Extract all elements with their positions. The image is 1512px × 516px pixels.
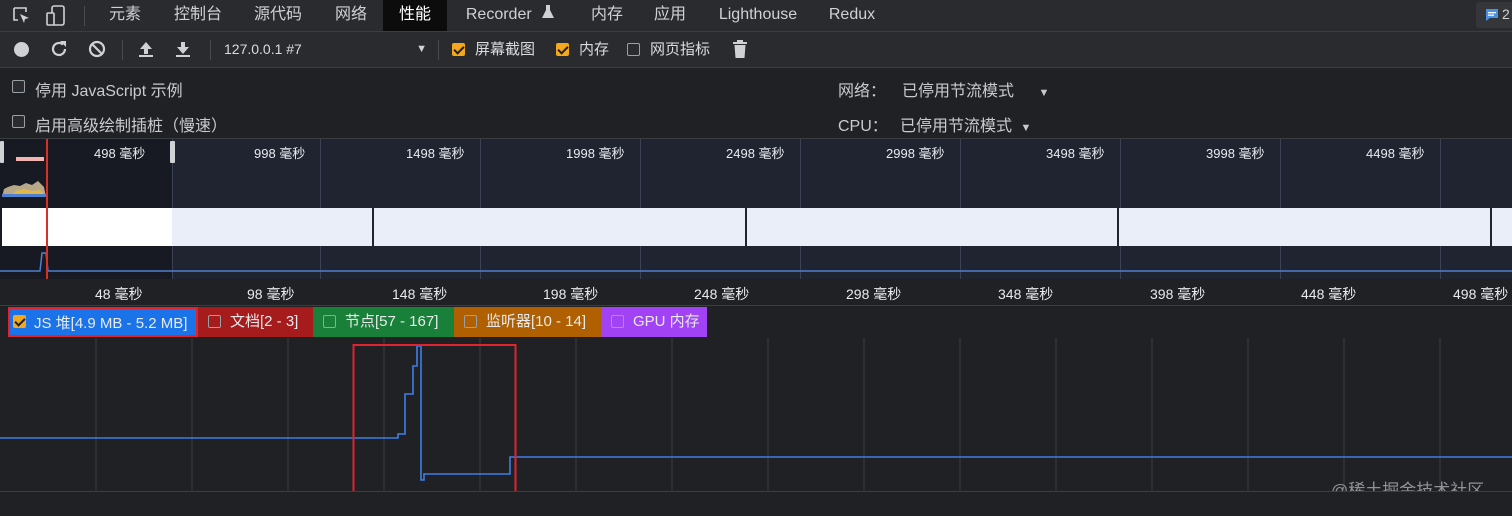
chevron-down-icon: ▼ (1020, 122, 1032, 134)
overview-tick: 4498 毫秒 (1366, 146, 1425, 161)
heap-overview-chart (0, 249, 1512, 279)
documents-checkbox[interactable] (208, 315, 221, 328)
network-activity-bar (16, 157, 44, 161)
record-icon[interactable] (13, 41, 30, 62)
ruler-tick: 248 毫秒 (694, 286, 750, 302)
download-icon[interactable] (174, 40, 192, 62)
tab-lighthouse[interactable]: Lighthouse (708, 0, 808, 31)
chevron-down-icon: ▼ (416, 43, 427, 55)
overview-window-right-handle[interactable] (170, 141, 175, 163)
counter-listeners[interactable]: 监听器[10 - 14] (454, 307, 601, 337)
network-throttle-value: 已停用节流模式 (902, 83, 1015, 100)
ruler-tick: 98 毫秒 (247, 286, 295, 302)
listeners-checkbox[interactable] (464, 315, 477, 328)
js-heap-graph (0, 338, 1512, 494)
listeners-label: 监听器[10 - 14] (486, 313, 587, 330)
counter-nodes[interactable]: 节点[57 - 167] (313, 307, 454, 337)
tab-redux[interactable]: Redux (820, 0, 884, 31)
screenshots-checkbox[interactable] (452, 43, 465, 56)
screenshot-frame (747, 208, 1117, 246)
screenshot-frame (1492, 208, 1512, 246)
upload-icon[interactable] (137, 40, 155, 62)
screenshot-frame (2, 208, 172, 246)
network-throttle-select[interactable]: 已停用节流模式 ▼ (902, 77, 1049, 101)
screenshot-frame (172, 208, 372, 246)
documents-label: 文档[2 - 3] (230, 313, 299, 330)
nodes-checkbox[interactable] (323, 315, 336, 328)
screenshots-label: 屏幕截图 (475, 41, 536, 58)
trash-icon[interactable] (732, 40, 748, 63)
tab-recorder-label: Recorder (465, 6, 532, 23)
overview-tick: 2998 毫秒 (886, 146, 945, 161)
js-heap-label: JS 堆[4.9 MB - 5.2 MB] (34, 315, 188, 332)
tab-memory[interactable]: 内存 (580, 0, 634, 31)
memory-counters-legend: JS 堆[4.9 MB - 5.2 MB] 文档[2 - 3] 节点[57 - … (0, 306, 1512, 338)
disable-js-samples-checkbox[interactable] (12, 80, 25, 93)
overview-tick: 1498 毫秒 (406, 146, 465, 161)
memory-label: 内存 (579, 41, 610, 58)
gpu-memory-checkbox[interactable] (611, 315, 624, 328)
disable-js-samples-label: 停用 JavaScript 示例 (35, 83, 183, 100)
web-vitals-checkbox[interactable] (627, 43, 640, 56)
overview-playhead-marker (46, 139, 48, 279)
ruler-tick: 348 毫秒 (998, 286, 1054, 302)
tab-recorder[interactable]: Recorder (455, 0, 565, 31)
capture-settings-pane: 停用 JavaScript 示例 启用高级绘制插桩（慢速） 网络： 已停用节流模… (0, 68, 1512, 139)
gpu-memory-label: GPU 内存 (633, 313, 700, 330)
tab-application[interactable]: 应用 (642, 0, 698, 31)
web-vitals-label: 网页指标 (650, 41, 711, 58)
chevron-down-icon: ▼ (1038, 87, 1050, 99)
cpu-throttle-label: CPU： (838, 118, 888, 135)
issues-badge[interactable]: 2 (1476, 2, 1512, 28)
screenshot-frame (1119, 208, 1490, 246)
inspect-element-icon[interactable] (12, 6, 32, 30)
tab-sources[interactable]: 源代码 (243, 0, 313, 31)
ruler-tick: 398 毫秒 (1150, 286, 1206, 302)
flask-icon (542, 0, 555, 29)
advanced-paint-checkbox[interactable] (12, 115, 25, 128)
advanced-paint-label: 启用高级绘制插桩（慢速） (35, 118, 228, 135)
cpu-activity-chart (2, 161, 46, 197)
performance-toolbar: 127.0.0.1 #7 ▼ 屏幕截图 内存 网页指标 (0, 32, 1512, 68)
memory-counter-graph[interactable]: @稀土掘金技术社区 (0, 338, 1512, 500)
clear-icon[interactable] (88, 40, 106, 62)
device-toolbar-icon[interactable] (46, 5, 68, 30)
timeline-ruler: 48 毫秒 98 毫秒 148 毫秒 198 毫秒 248 毫秒 298 毫秒 … (0, 279, 1512, 306)
issues-count: 2 (1502, 6, 1510, 22)
overview-tick: 998 毫秒 (254, 146, 306, 161)
ruler-tick: 298 毫秒 (846, 286, 902, 302)
screenshot-frame (374, 208, 745, 246)
overview-tick: 3998 毫秒 (1206, 146, 1265, 161)
ruler-tick: 498 毫秒 (1453, 286, 1509, 302)
chat-icon (1485, 8, 1499, 26)
overview-tick: 2498 毫秒 (726, 146, 785, 161)
tab-network[interactable]: 网络 (323, 0, 379, 31)
cpu-throttle-select[interactable]: 已停用节流模式 ▼ (900, 112, 1031, 136)
ruler-tick: 148 毫秒 (392, 286, 448, 302)
ruler-tick: 448 毫秒 (1301, 286, 1357, 302)
tab-elements[interactable]: 元素 (95, 0, 155, 31)
cpu-throttle-value: 已停用节流模式 (900, 118, 1013, 135)
overview-tick: 3498 毫秒 (1046, 146, 1105, 161)
graph-footer (0, 491, 1512, 516)
counter-documents[interactable]: 文档[2 - 3] (198, 307, 313, 337)
devtools-tab-bar: 元素 控制台 源代码 网络 性能 Recorder 内存 应用 Lighthou… (0, 0, 1512, 32)
tab-performance[interactable]: 性能 (383, 0, 447, 31)
overview-tick: 498 毫秒 (94, 146, 146, 161)
timeline-overview[interactable]: 498 毫秒 998 毫秒 1498 毫秒 1998 毫秒 2498 毫秒 29… (0, 139, 1512, 279)
tab-console[interactable]: 控制台 (163, 0, 233, 31)
js-heap-checkbox[interactable] (13, 315, 26, 328)
overview-tick: 1998 毫秒 (566, 146, 625, 161)
profile-select[interactable]: 127.0.0.1 #7 ▼ (224, 32, 429, 67)
ruler-tick: 48 毫秒 (95, 286, 143, 302)
network-throttle-label: 网络： (838, 83, 887, 100)
ruler-tick: 198 毫秒 (543, 286, 599, 302)
overview-window-left-handle[interactable] (0, 141, 4, 163)
nodes-label: 节点[57 - 167] (345, 313, 439, 330)
counter-js-heap[interactable]: JS 堆[4.9 MB - 5.2 MB] (8, 307, 198, 337)
counter-gpu-memory[interactable]: GPU 内存 (601, 307, 707, 337)
reload-icon[interactable] (50, 40, 68, 62)
memory-checkbox[interactable] (556, 43, 569, 56)
profile-select-value: 127.0.0.1 #7 (224, 41, 302, 57)
